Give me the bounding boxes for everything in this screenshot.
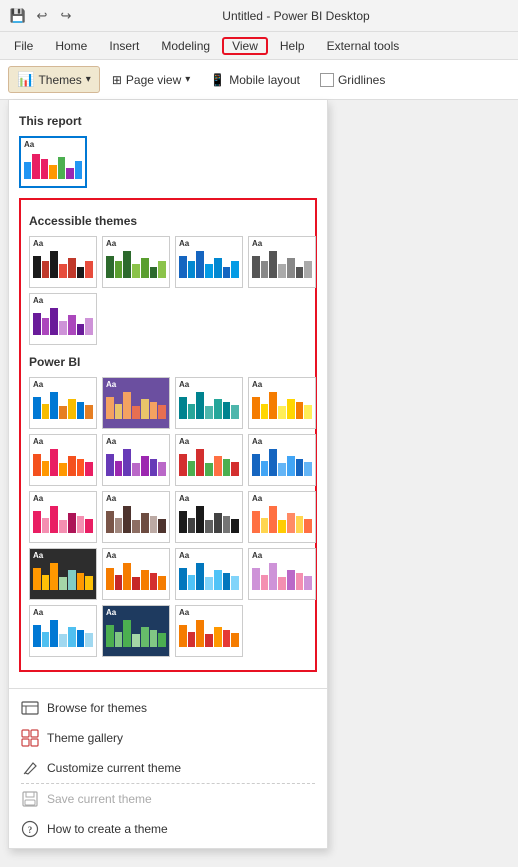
browse-themes-icon — [21, 699, 39, 717]
howto-theme-item[interactable]: ? How to create a theme — [9, 814, 327, 844]
browse-themes-label: Browse for themes — [47, 701, 147, 715]
svg-text:?: ? — [28, 825, 33, 835]
menu-home[interactable]: Home — [45, 37, 97, 55]
save-theme-item: Save current theme — [9, 784, 327, 814]
menu-view[interactable]: View — [222, 37, 268, 55]
accessible-themes-row-2: Aa — [29, 293, 307, 345]
title-bar-icons: 💾 ↩ ↪ — [8, 6, 76, 26]
theme-gallery-icon — [21, 729, 39, 747]
save-theme-label: Save current theme — [47, 792, 152, 806]
page-view-label: Page view — [126, 73, 181, 87]
window-title: Untitled - Power BI Desktop — [82, 9, 510, 23]
this-report-label: This report — [19, 114, 317, 128]
page-view-icon: ⊞ — [112, 73, 122, 87]
pbi-theme-18[interactable]: Aa — [102, 605, 170, 657]
pbi-theme-17[interactable]: Aa — [29, 605, 97, 657]
customize-theme-label: Customize current theme — [47, 761, 181, 775]
pbi-theme-6[interactable]: Aa — [102, 434, 170, 486]
menu-help[interactable]: Help — [270, 37, 315, 55]
bottom-menu: Browse for themes Theme gallery Custom — [9, 688, 327, 848]
themes-chevron: ▾ — [86, 74, 91, 85]
current-theme-row: Aa — [19, 136, 317, 188]
pbi-theme-14[interactable]: Aa — [102, 548, 170, 600]
accessible-theme-3[interactable]: Aa — [175, 236, 243, 288]
pbi-theme-4[interactable]: Aa — [248, 377, 316, 429]
accessible-theme-1[interactable]: Aa — [29, 236, 97, 288]
gridlines-checkbox[interactable] — [320, 73, 334, 87]
thumb-bars — [24, 151, 82, 179]
mobile-layout-button[interactable]: 📱 Mobile layout — [202, 69, 308, 91]
customize-theme-icon — [21, 759, 39, 777]
pbi-theme-3[interactable]: Aa — [175, 377, 243, 429]
page-view-button[interactable]: ⊞ Page view ▾ — [104, 69, 198, 91]
themes-icon: 📊 — [17, 71, 34, 88]
save-icon[interactable]: 💾 — [8, 6, 28, 26]
browse-themes-item[interactable]: Browse for themes — [9, 693, 327, 723]
powerbi-themes-grid-5: Aa Aa — [29, 605, 307, 657]
gridlines-label: Gridlines — [338, 73, 385, 87]
pbi-theme-13[interactable]: Aa — [29, 548, 97, 600]
redo-icon[interactable]: ↪ — [56, 6, 76, 26]
pbi-theme-16[interactable]: Aa — [248, 548, 316, 600]
accessible-themes-label: Accessible themes — [29, 214, 307, 228]
accessible-theme-2[interactable]: Aa — [102, 236, 170, 288]
powerbi-themes-grid-2: Aa Aa — [29, 434, 307, 486]
menu-file[interactable]: File — [4, 37, 43, 55]
current-theme-thumb[interactable]: Aa — [19, 136, 87, 188]
pbi-theme-5[interactable]: Aa — [29, 434, 97, 486]
menu-modeling[interactable]: Modeling — [151, 37, 220, 55]
pbi-theme-8[interactable]: Aa — [248, 434, 316, 486]
pbi-theme-7[interactable]: Aa — [175, 434, 243, 486]
pbi-theme-10[interactable]: Aa — [102, 491, 170, 543]
howto-theme-icon: ? — [21, 820, 39, 838]
themes-label: Themes — [38, 73, 81, 87]
themes-content: This report Aa Accessible themes — [9, 100, 327, 688]
howto-theme-label: How to create a theme — [47, 822, 168, 836]
theme-gallery-label: Theme gallery — [47, 731, 123, 745]
powerbi-themes-grid-3: Aa Aa — [29, 491, 307, 543]
customize-theme-item[interactable]: Customize current theme — [9, 753, 327, 783]
mobile-layout-label: Mobile layout — [229, 73, 300, 87]
title-bar: 💾 ↩ ↪ Untitled - Power BI Desktop — [0, 0, 518, 32]
power-bi-label: Power BI — [29, 355, 307, 369]
pbi-theme-1[interactable]: Aa — [29, 377, 97, 429]
theme-gallery-item[interactable]: Theme gallery — [9, 723, 327, 753]
menu-bar: File Home Insert Modeling View Help Exte… — [0, 32, 518, 60]
mobile-layout-icon: 📱 — [210, 73, 225, 87]
accessible-section: Accessible themes Aa — [19, 198, 317, 672]
undo-icon[interactable]: ↩ — [32, 6, 52, 26]
pbi-theme-2[interactable]: Aa — [102, 377, 170, 429]
pbi-theme-15[interactable]: Aa — [175, 548, 243, 600]
menu-external-tools[interactable]: External tools — [317, 37, 410, 55]
ribbon-bar: 📊 Themes ▾ ⊞ Page view ▾ 📱 Mobile layout… — [0, 60, 518, 100]
pbi-theme-11[interactable]: Aa — [175, 491, 243, 543]
pbi-theme-19[interactable]: Aa — [175, 605, 243, 657]
pbi-theme-12[interactable]: Aa — [248, 491, 316, 543]
save-theme-icon — [21, 790, 39, 808]
gridlines-button[interactable]: Gridlines — [312, 69, 393, 91]
pbi-theme-empty — [248, 605, 316, 657]
thumb-aa: Aa — [24, 141, 82, 149]
page-view-chevron: ▾ — [185, 74, 190, 85]
pbi-theme-9[interactable]: Aa — [29, 491, 97, 543]
menu-insert[interactable]: Insert — [99, 37, 149, 55]
accessible-themes-grid-1: Aa Aa — [29, 236, 307, 288]
accessible-theme-5[interactable]: Aa — [29, 293, 97, 345]
powerbi-themes-grid-4: Aa Aa — [29, 548, 307, 600]
powerbi-themes-grid-1: Aa Aa — [29, 377, 307, 429]
themes-button[interactable]: 📊 Themes ▾ — [8, 66, 100, 93]
accessible-theme-4[interactable]: Aa — [248, 236, 316, 288]
themes-dropdown-panel: This report Aa Accessible themes — [8, 100, 328, 849]
